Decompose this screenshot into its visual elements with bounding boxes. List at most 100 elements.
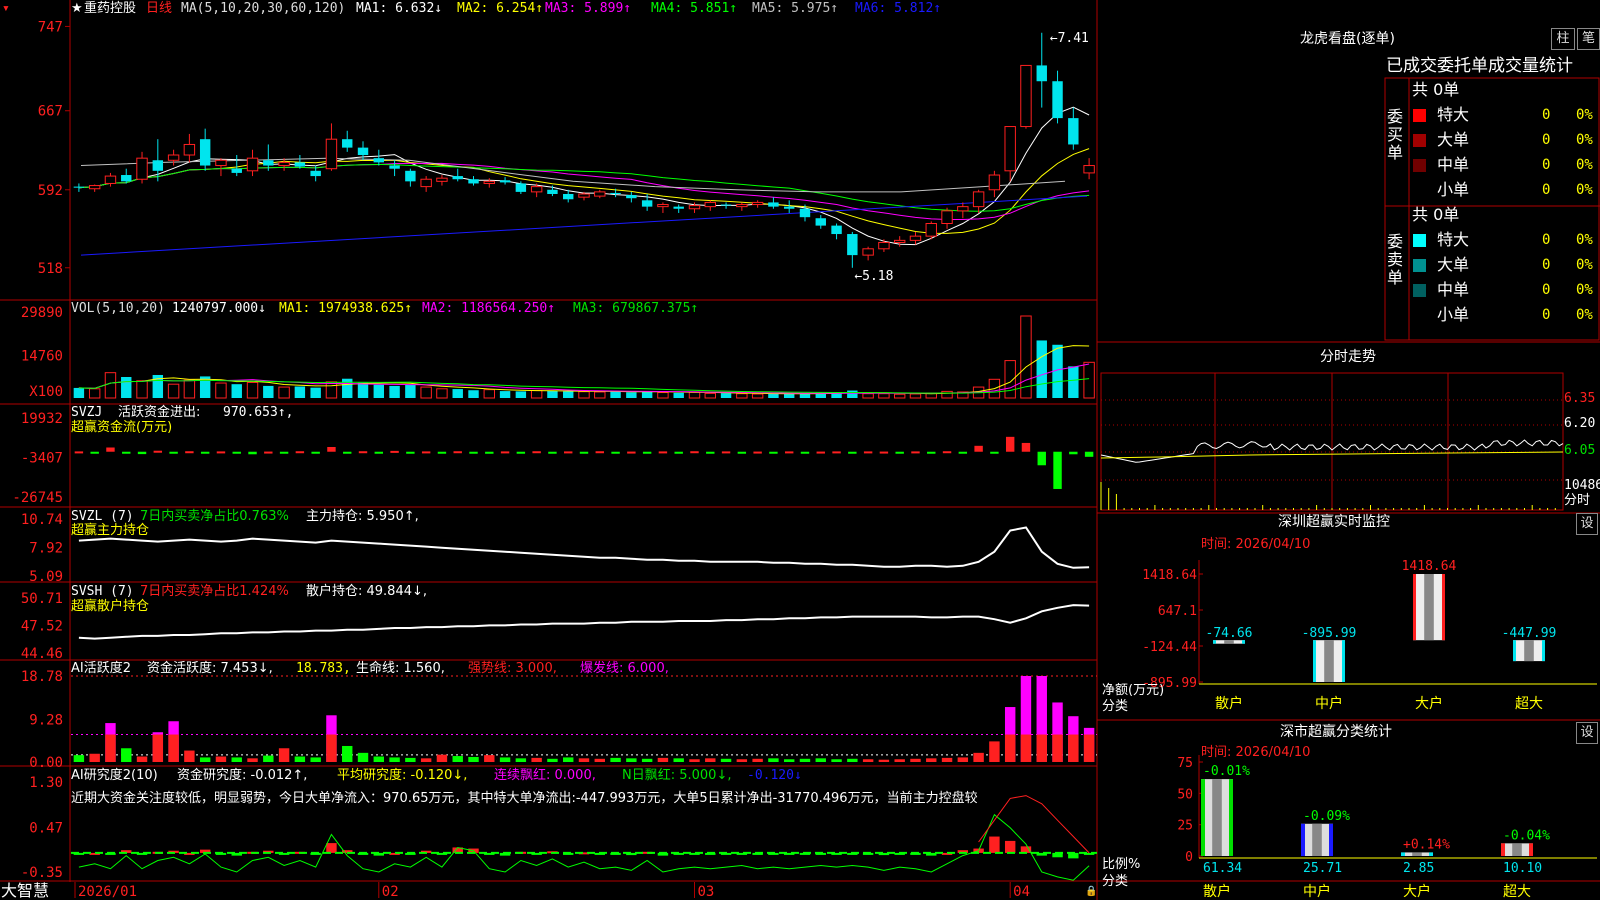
buy-row-value: 0 <box>1542 182 1551 198</box>
vol-bar <box>246 381 259 399</box>
chart-canvas[interactable]: 747 667 592 518 ←7.41 ←5.18 29890 14760 X100 1993… <box>0 0 1600 900</box>
ai1-bar <box>720 758 732 762</box>
svsh-y-tick: 50.71 <box>21 591 63 607</box>
vol-bar <box>909 393 922 399</box>
sell-row-percent: 0% <box>1576 307 1593 323</box>
vol-bar <box>626 392 637 398</box>
buy-row-value: 0 <box>1542 107 1551 123</box>
vol-bar <box>104 372 117 399</box>
ma5-legend: MA5: 5.975↑ <box>752 1 839 16</box>
sz-monitor-title: 深圳超赢实时监控 <box>1278 514 1390 530</box>
sell-color-swatch <box>1413 234 1426 247</box>
candle-body <box>783 206 795 209</box>
sell-row-label: 中单 <box>1437 280 1470 299</box>
svzj-bar <box>564 451 573 454</box>
candle-body <box>436 177 448 182</box>
ai2-bar <box>989 836 1000 853</box>
ai1-bar <box>736 759 748 762</box>
svzj-bar <box>1021 442 1031 452</box>
szc-value-label: 25.71 <box>1303 861 1342 876</box>
szc-bar-shade <box>1212 779 1222 856</box>
lhb-title: 龙虎看盘(逐单) <box>1300 31 1395 47</box>
svzj-bar <box>895 451 904 454</box>
candle-body <box>578 193 590 198</box>
svzj-bar <box>816 451 825 454</box>
candle-body <box>704 201 716 208</box>
candle-body <box>104 175 117 184</box>
svzj-bar <box>485 451 494 454</box>
candle-body <box>515 183 527 192</box>
svzj-bar <box>1037 451 1046 466</box>
lock-icon[interactable]: 🔒 <box>1085 884 1097 899</box>
vol-bar <box>183 379 196 399</box>
candle-body <box>957 206 969 212</box>
ai1-title: AI活跃度2 <box>71 661 131 676</box>
sz-monitor-settings-button[interactable]: 设 <box>1576 513 1598 535</box>
ai1-bar <box>136 756 148 762</box>
svzj-bar <box>516 451 526 454</box>
candle-body <box>972 191 985 208</box>
ai1-bar <box>278 748 290 762</box>
szc-change-label: -0.01% <box>1203 764 1250 779</box>
ai1-bar <box>199 757 211 762</box>
app-root: 747 667 592 518 ←7.41 ←5.18 29890 14760 X100 1993… <box>0 0 1600 900</box>
buy-row-label: 中单 <box>1437 155 1470 174</box>
ai2-bar <box>326 843 337 853</box>
szc-cat-label: 中户 <box>1303 883 1331 900</box>
tab-bi[interactable]: 笔 <box>1577 28 1600 50</box>
ai1-bar <box>73 755 85 762</box>
ma3-legend: MA3: 5.899↑ <box>545 1 632 16</box>
szc-bar-edge <box>1301 823 1305 856</box>
x-axis-label: 02 <box>382 884 399 900</box>
vol-bar <box>468 390 479 398</box>
price-menu-icon[interactable]: ▾ <box>2 1 10 16</box>
svsh-y-tick: 47.52 <box>21 619 63 635</box>
candle-body <box>641 200 653 207</box>
sz-class-settings-button[interactable]: 设 <box>1576 722 1598 744</box>
vol-bar <box>373 384 385 398</box>
ai1-bar <box>420 758 432 762</box>
ai1-bar <box>910 758 921 762</box>
candle-body <box>88 185 101 190</box>
intraday-volume: 10486 <box>1564 478 1600 493</box>
period-label[interactable]: 日线 <box>146 1 172 16</box>
brand-logo[interactable]: 大智慧 <box>1 882 49 900</box>
candle-body <box>499 180 511 183</box>
ai1-bar <box>1068 734 1079 762</box>
vol-bar <box>499 391 511 398</box>
ai1-bar <box>689 759 700 762</box>
svzj-bar <box>690 451 699 454</box>
svzj-bar <box>358 451 368 454</box>
vol-ma3: MA3: 679867.375↑ <box>573 301 699 316</box>
szm-y-tick: 647.1 <box>1158 604 1197 619</box>
szm-y-tick: 1418.64 <box>1142 568 1197 583</box>
vol-bar <box>73 387 85 398</box>
candle-body <box>768 202 779 207</box>
watchlist-star-icon[interactable]: ★ <box>71 1 83 16</box>
szm-bar-edge <box>1542 640 1545 662</box>
candle-body <box>610 192 621 194</box>
sell-color-swatch <box>1413 284 1426 297</box>
svzj-bar <box>721 451 731 454</box>
svzj-bar <box>421 451 431 454</box>
svzj-bar <box>469 451 478 454</box>
szc-y-tick: 0 <box>1185 850 1193 865</box>
ai2-y-tick: -0.35 <box>21 865 63 881</box>
candle-body <box>878 241 890 250</box>
svzj-bar <box>500 451 510 454</box>
ai1-bar <box>1004 734 1016 762</box>
svzj-bar <box>90 451 99 454</box>
svzj-bar <box>185 451 194 454</box>
sell-row-value: 0 <box>1542 257 1551 273</box>
vol-bar <box>1083 361 1095 399</box>
vol-unit: X100 <box>29 384 63 400</box>
sell-row-percent: 0% <box>1576 282 1593 298</box>
vol-bar <box>310 387 321 398</box>
vol-bar <box>610 391 621 398</box>
tab-zhu[interactable]: 柱 <box>1551 28 1575 50</box>
szc-bar-edge <box>1429 852 1433 856</box>
buy-color-swatch <box>1413 109 1426 122</box>
svzj-y-tick: -3407 <box>21 451 63 467</box>
svzl-subtitle: 超赢主力持仓 <box>71 523 150 538</box>
ai1-bar <box>342 745 353 762</box>
